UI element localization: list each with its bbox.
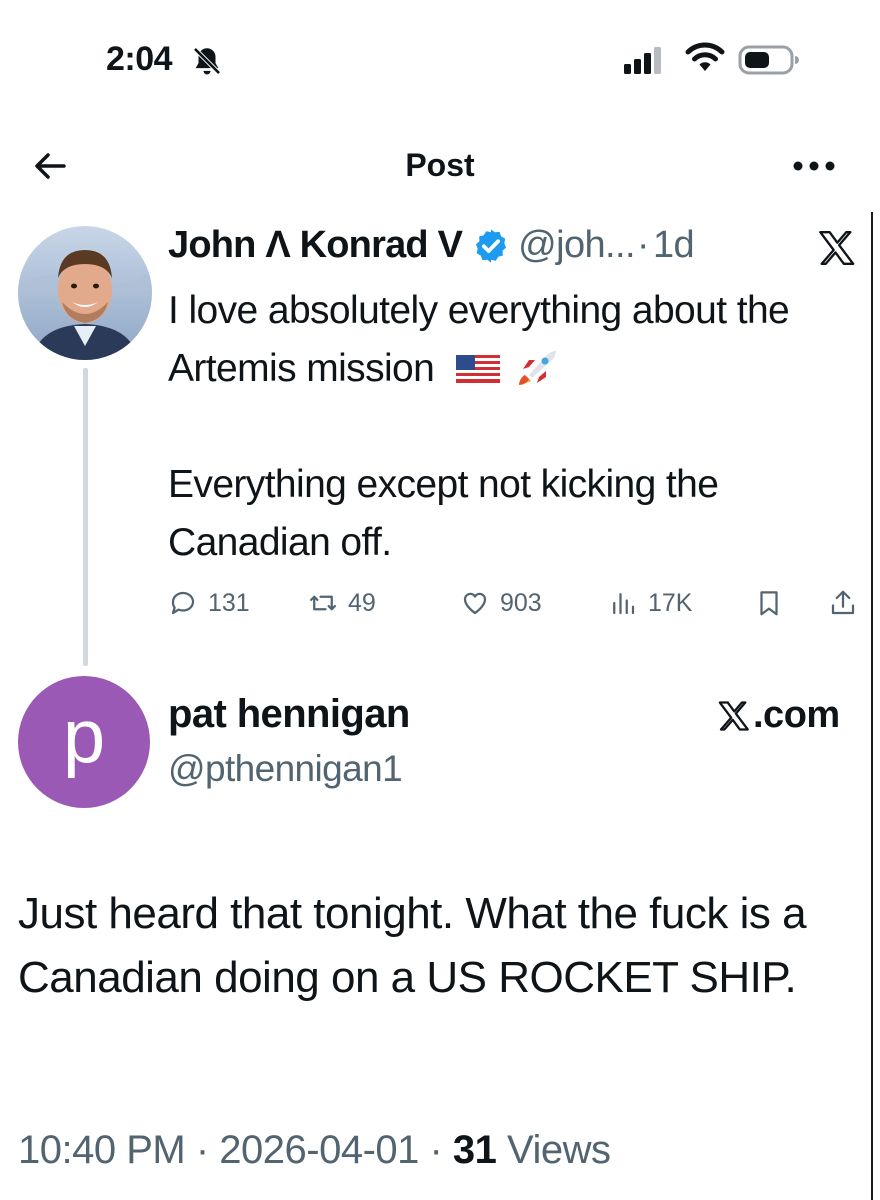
battery-icon xyxy=(738,45,799,75)
status-time: 2:04 xyxy=(106,40,173,78)
reply-button[interactable]: 131 xyxy=(168,588,250,618)
wifi-icon xyxy=(685,42,725,71)
reply-count: 131 xyxy=(208,588,250,617)
x-logo-icon xyxy=(819,231,855,265)
signal-icon xyxy=(624,47,661,74)
more-horizontal-icon[interactable] xyxy=(790,152,838,180)
views-button[interactable]: 17K xyxy=(608,588,692,618)
avatar-photo xyxy=(18,226,152,360)
x-logo-icon xyxy=(718,700,749,731)
meta-separator: · xyxy=(636,224,650,266)
repost-count: 49 xyxy=(348,588,376,617)
reply-icon xyxy=(171,591,195,615)
rocket-emoji xyxy=(518,351,556,385)
post-meta: 10:40 PM · 2026-04-01 · 31 Views xyxy=(18,1128,611,1173)
repost-button[interactable]: 49 xyxy=(308,588,376,618)
post-actions: 131 49 903 17K xyxy=(168,588,868,624)
meta-separator: · xyxy=(185,1128,220,1172)
meta-separator: · xyxy=(418,1128,453,1172)
share-button[interactable] xyxy=(828,588,868,618)
post-header: John Λ Konrad V @joh... · 1d xyxy=(168,224,695,267)
us-flag-emoji xyxy=(456,355,501,383)
views-count: 31 xyxy=(452,1128,497,1172)
author-name[interactable]: pat hennigan xyxy=(168,692,410,737)
post-text-line2: Everything except not kicking the Canadi… xyxy=(168,463,719,564)
post-date[interactable]: 2026-04-01 xyxy=(219,1128,419,1172)
author-handle[interactable]: @joh... xyxy=(518,224,635,267)
avatar[interactable] xyxy=(18,226,152,360)
views-count: 17K xyxy=(648,588,693,617)
views-label: Views xyxy=(507,1128,611,1172)
avatar[interactable]: p xyxy=(18,676,150,808)
post-time[interactable]: 1d xyxy=(653,224,695,267)
like-button[interactable]: 903 xyxy=(460,588,542,618)
post-text: Just heard that tonight. What the fuck i… xyxy=(18,889,807,1002)
heart-icon xyxy=(463,592,487,615)
verified-badge-icon xyxy=(476,228,507,263)
analytics-icon xyxy=(613,593,635,615)
author-name[interactable]: John Λ Konrad V xyxy=(168,224,463,267)
post-text: I love absolutely everything about the A… xyxy=(168,282,858,572)
like-count: 903 xyxy=(500,588,542,617)
author-handle[interactable]: @pthennigan1 xyxy=(168,748,403,790)
bookmark-icon xyxy=(760,591,778,616)
share-icon xyxy=(831,590,855,615)
edge-divider xyxy=(871,212,873,1200)
thread-connector xyxy=(83,368,88,666)
bookmark-button[interactable] xyxy=(754,588,794,618)
bell-slash-icon xyxy=(193,47,221,75)
page-title: Post xyxy=(405,147,475,183)
source-label: .com xyxy=(716,694,840,737)
source-suffix: .com xyxy=(753,694,840,736)
post-time[interactable]: 10:40 PM xyxy=(18,1128,186,1172)
repost-icon xyxy=(310,595,336,611)
